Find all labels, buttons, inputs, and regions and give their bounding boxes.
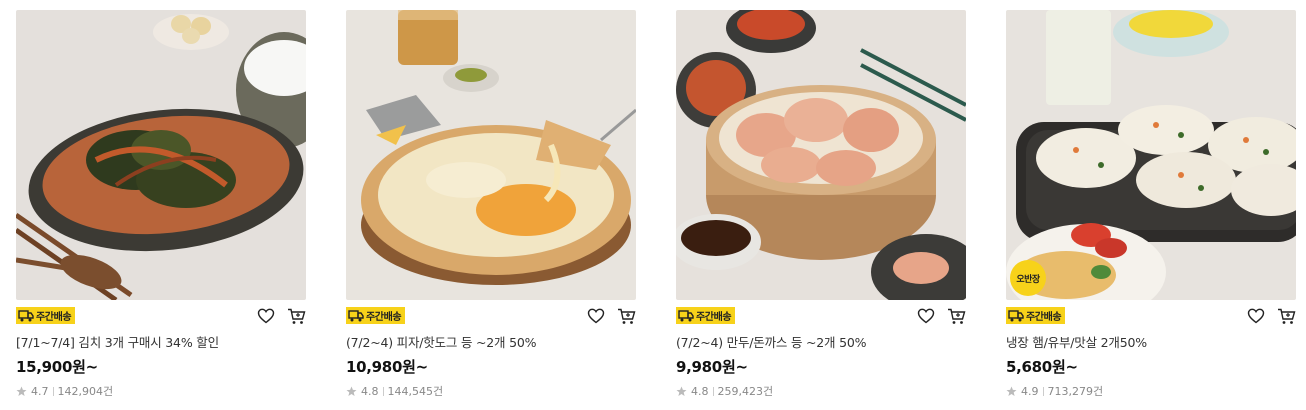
product-card[interactable]: 주간배송 (7/2~4) 피자/핫도그 등 ~2개 50% 10,980원~ 4… <box>346 10 636 399</box>
product-actions: 주간배송 <box>346 300 636 330</box>
rating-divider <box>712 386 714 396</box>
rating-divider <box>52 386 54 396</box>
product-actions: 주간배송 <box>1006 300 1296 330</box>
product-title[interactable]: (7/2~4) 만두/돈까스 등 ~2개 50% <box>676 332 966 351</box>
truck-icon <box>348 310 364 322</box>
rating-divider <box>1042 386 1044 396</box>
delivery-badge-label: 주간배송 <box>1026 312 1062 323</box>
wishlist-button[interactable] <box>256 306 276 326</box>
cart-icon <box>1277 308 1295 324</box>
rating-divider <box>382 386 384 396</box>
star-icon <box>1006 386 1017 396</box>
product-image[interactable]: 오반장 <box>1006 10 1296 300</box>
delivery-badge: 주간배송 <box>346 307 406 324</box>
truck-icon <box>678 310 694 322</box>
product-actions: 주간배송 <box>16 300 306 330</box>
product-rating: 4.7 142,904건 <box>16 383 306 399</box>
add-to-cart-button[interactable] <box>616 306 636 326</box>
product-title[interactable]: [7/1~7/4] 김치 3개 구매시 34% 할인 <box>16 332 306 351</box>
product-price: 9,980원~ <box>676 358 748 376</box>
product-image[interactable] <box>346 10 636 300</box>
product-card[interactable]: 오반장 주간배송 냉장 햄/유부/맛살 2개50% 5,680원~ 4.9 71… <box>1006 10 1296 399</box>
star-icon <box>676 386 687 396</box>
heart-icon <box>917 308 935 324</box>
wishlist-button[interactable] <box>586 306 606 326</box>
product-rating: 4.8 144,545건 <box>346 383 636 399</box>
review-count: 142,904건 <box>57 385 114 398</box>
rating-score: 4.8 <box>361 384 379 398</box>
product-rating: 4.9 713,279건 <box>1006 383 1296 399</box>
delivery-badge: 주간배송 <box>16 307 76 324</box>
delivery-badge: 주간배송 <box>1006 307 1066 324</box>
product-image[interactable] <box>16 10 306 300</box>
rating-score: 4.7 <box>31 384 49 398</box>
wishlist-button[interactable] <box>916 306 936 326</box>
product-card[interactable]: 주간배송 [7/1~7/4] 김치 3개 구매시 34% 할인 15,900원~… <box>16 10 306 399</box>
cart-icon <box>947 308 965 324</box>
review-count: 713,279건 <box>1047 385 1104 398</box>
wishlist-button[interactable] <box>1246 306 1266 326</box>
star-icon <box>16 386 27 396</box>
heart-icon <box>1247 308 1265 324</box>
product-price: 15,900원~ <box>16 358 98 376</box>
review-count: 144,545건 <box>387 385 444 398</box>
heart-icon <box>587 308 605 324</box>
product-actions: 주간배송 <box>676 300 966 330</box>
add-to-cart-button[interactable] <box>286 306 306 326</box>
product-price: 5,680원~ <box>1006 358 1078 376</box>
rating-score: 4.9 <box>1021 384 1039 398</box>
product-card[interactable]: 주간배송 (7/2~4) 만두/돈까스 등 ~2개 50% 9,980원~ 4.… <box>676 10 966 399</box>
product-price: 10,980원~ <box>346 358 428 376</box>
product-rating: 4.8 259,423건 <box>676 383 966 399</box>
product-title[interactable]: 냉장 햄/유부/맛살 2개50% <box>1006 332 1296 351</box>
star-icon <box>346 386 357 396</box>
review-count: 259,423건 <box>717 385 774 398</box>
product-grid: 주간배송 [7/1~7/4] 김치 3개 구매시 34% 할인 15,900원~… <box>0 0 1306 410</box>
delivery-badge-label: 주간배송 <box>366 312 402 323</box>
rating-score: 4.8 <box>691 384 709 398</box>
heart-icon <box>257 308 275 324</box>
delivery-badge: 주간배송 <box>676 307 736 324</box>
delivery-badge-label: 주간배송 <box>36 312 72 323</box>
add-to-cart-button[interactable] <box>946 306 966 326</box>
add-to-cart-button[interactable] <box>1276 306 1296 326</box>
cart-icon <box>287 308 305 324</box>
seller-badge: 오반장 <box>1010 260 1046 296</box>
cart-icon <box>617 308 635 324</box>
product-title[interactable]: (7/2~4) 피자/핫도그 등 ~2개 50% <box>346 332 636 351</box>
delivery-badge-label: 주간배송 <box>696 312 732 323</box>
truck-icon <box>1008 310 1024 322</box>
truck-icon <box>18 310 34 322</box>
product-image[interactable] <box>676 10 966 300</box>
